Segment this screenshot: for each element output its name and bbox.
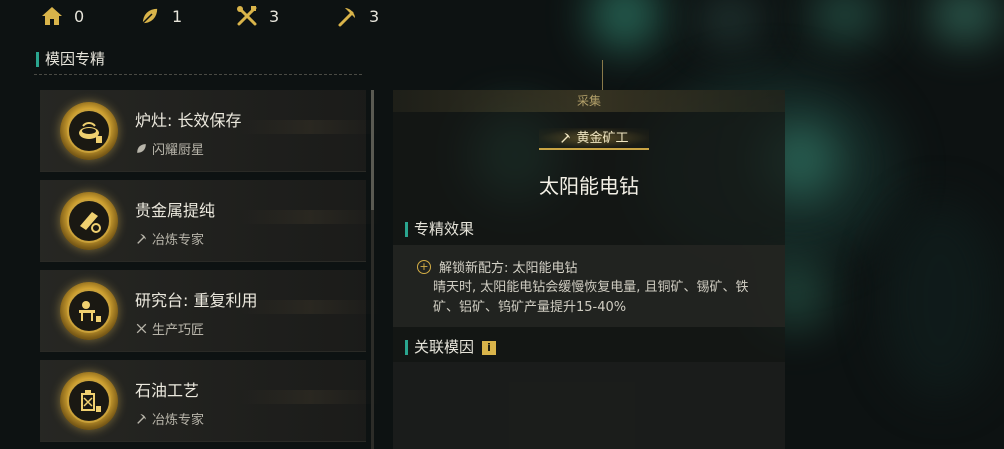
- mastery-card-precious-metal[interactable]: 贵金属提纯 冶炼专家: [40, 180, 380, 262]
- tools-icon: [237, 6, 257, 26]
- emblem: [60, 192, 118, 250]
- scrollbar[interactable]: [371, 90, 374, 449]
- resource-count: 1: [172, 6, 183, 26]
- pickaxe-icon: [137, 414, 146, 424]
- card-title: 炉灶: 长效保存: [135, 111, 242, 130]
- card-subtitle: 生产巧匠: [135, 319, 204, 338]
- emblem: [60, 282, 118, 340]
- house-icon: [42, 7, 62, 25]
- pickaxe-icon: [137, 234, 146, 244]
- leaf-icon: [137, 144, 146, 153]
- effect-heading: 专精效果: [405, 222, 474, 237]
- linked-memes-box: [393, 362, 785, 449]
- resource-count: 3: [269, 6, 280, 26]
- info-icon[interactable]: i: [482, 340, 497, 355]
- linked-heading: 关联模因 i: [405, 340, 497, 355]
- resource-pickaxe: 3: [335, 4, 379, 28]
- stove-icon: [79, 122, 102, 143]
- category-label: 采集: [393, 90, 785, 112]
- detail-panel: 采集 黄金矿工 太阳能电钻 专精效果 + 解锁新配方: 太阳能电钻 晴天时, 太…: [393, 90, 785, 449]
- resource-tools: 3: [235, 4, 279, 28]
- card-title: 石油工艺: [135, 381, 200, 400]
- workbench-icon: [79, 301, 101, 322]
- mastery-card-stove[interactable]: 炉灶: 长效保存 闪耀厨星: [40, 90, 380, 172]
- effect-recipe: + 解锁新配方: 太阳能电钻: [417, 257, 578, 276]
- mastery-card-oil[interactable]: 石油工艺 冶炼专家: [40, 360, 380, 442]
- effect-box: + 解锁新配方: 太阳能电钻 晴天时, 太阳能电钻会缓慢恢复电量, 且铜矿、锡矿…: [393, 245, 785, 327]
- divider: [34, 74, 362, 75]
- resource-leaf: 1: [138, 4, 182, 28]
- card-subtitle: 冶炼专家: [135, 229, 204, 248]
- resource-house: 0: [40, 4, 84, 28]
- effect-description: 晴天时, 太阳能电钻会缓慢恢复电量, 且铜矿、锡矿、铁矿、铝矿、钨矿产量提升15…: [433, 280, 749, 315]
- emblem: [60, 102, 118, 160]
- connector-line: [602, 60, 603, 90]
- card-subtitle: 闪耀厨星: [135, 139, 204, 158]
- skill-name: 太阳能电钻: [539, 174, 639, 198]
- oil-can-icon: [81, 390, 101, 412]
- gold-bar-icon: [80, 212, 101, 233]
- resource-count: 3: [369, 6, 380, 26]
- leaf-icon: [141, 7, 159, 25]
- scrollbar-thumb[interactable]: [371, 90, 374, 210]
- meme-mastery-panel: 模因专精 炉灶: 长效保存 闪耀厨星 贵金属提纯 冶炼专家 研究台: 重复利用: [30, 44, 380, 449]
- pickaxe-icon: [338, 8, 355, 27]
- card-subtitle: 冶炼专家: [135, 409, 204, 428]
- rank-badge: 黄金矿工: [539, 128, 649, 150]
- resource-count: 0: [74, 6, 85, 26]
- section-title: 模因专精: [36, 52, 105, 67]
- pickaxe-icon: [561, 133, 571, 143]
- emblem: [60, 372, 118, 430]
- card-title: 研究台: 重复利用: [135, 291, 258, 310]
- card-title: 贵金属提纯: [135, 201, 216, 220]
- mastery-card-workbench[interactable]: 研究台: 重复利用 生产巧匠: [40, 270, 380, 352]
- plus-icon: +: [417, 259, 431, 274]
- tools-icon: [136, 323, 147, 334]
